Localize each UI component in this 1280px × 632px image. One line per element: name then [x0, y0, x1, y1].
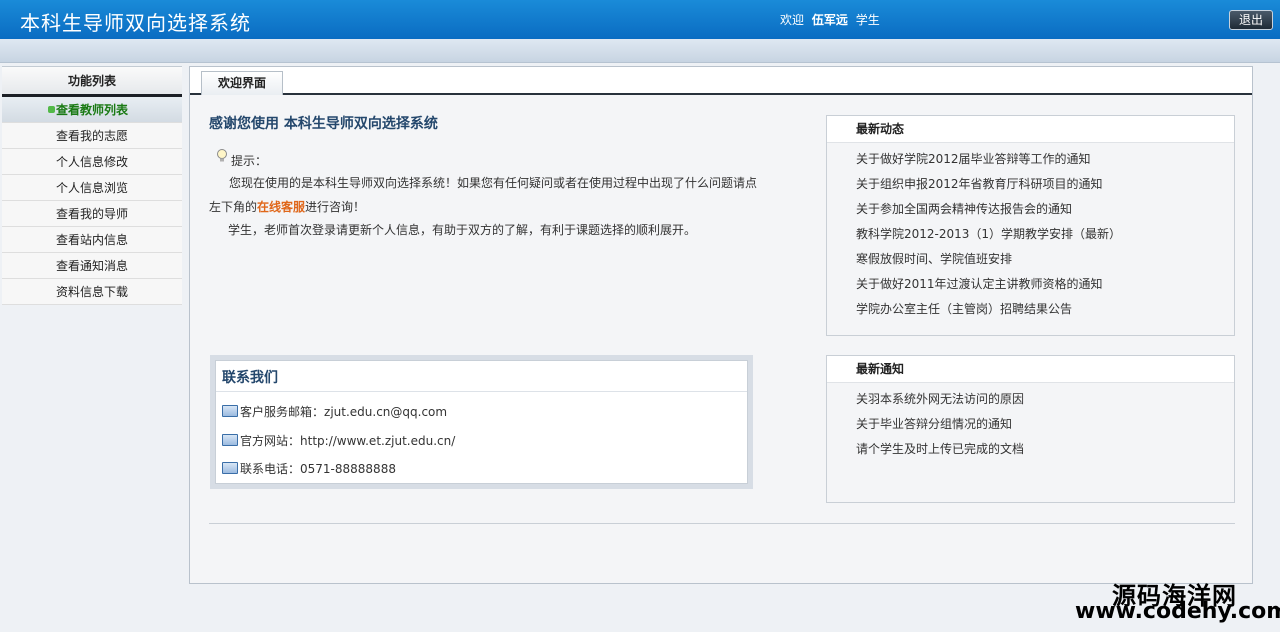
news-item[interactable]: 教科学院2012-2013（1）学期教学安排（最新） [827, 222, 1234, 247]
sidebar-item-edit-profile[interactable]: 个人信息修改 [2, 149, 182, 175]
latest-notices-title: 最新通知 [827, 356, 1234, 383]
latest-notices-list: 关羽本系统外网无法访问的原因 关于毕业答辩分组情况的通知 请个学生及时上传已完成… [827, 383, 1234, 462]
latest-news-box: 最新动态 关于做好学院2012届毕业答辩等工作的通知 关于组织申报2012年省教… [826, 115, 1235, 336]
main-panel: 欢迎界面 感谢您使用 本科生导师双向选择系统 提示： 您现在使用的是本科生导师双… [189, 66, 1253, 584]
sidebar-item-downloads[interactable]: 资料信息下载 [2, 279, 182, 305]
site-value: http://www.et.zjut.edu.cn/ [300, 434, 456, 448]
latest-news-list: 关于做好学院2012届毕业答辩等工作的通知 关于组织申报2012年省教育厅科研项… [827, 143, 1234, 322]
online-service-link[interactable]: 在线客服 [257, 200, 305, 214]
website-icon [222, 434, 238, 446]
tip-text: 您现在使用的是本科生导师双向选择系统！如果您有任何疑问或者在使用过程中出现了什么… [209, 171, 759, 219]
welcome-prefix: 欢迎 [780, 13, 805, 27]
sub-header-bar [0, 39, 1280, 63]
tab-strip: 欢迎界面 [190, 67, 1252, 95]
latest-news-title: 最新动态 [827, 116, 1234, 143]
mail-icon [222, 405, 238, 417]
phone-value: 0571-88888888 [300, 462, 396, 476]
welcome-title: 感谢您使用 本科生导师双向选择系统 [209, 116, 438, 132]
news-item[interactable]: 寒假放假时间、学院值班安排 [827, 247, 1234, 272]
news-item[interactable]: 关于组织申报2012年省教育厅科研项目的通知 [827, 172, 1234, 197]
contact-phone-row: 联系电话：0571-88888888 [222, 461, 396, 477]
notice-item[interactable]: 请个学生及时上传已完成的文档 [827, 437, 1234, 462]
sidebar-item-teacher-list[interactable]: 查看教师列表 [2, 97, 182, 123]
right-gutter [1253, 63, 1280, 632]
logout-button[interactable]: 退出 [1229, 10, 1273, 30]
user-name: 伍军远 [811, 13, 848, 27]
welcome-text: 欢迎 伍军远 学生 [780, 11, 880, 28]
email-value: zjut.edu.cn@qq.com [324, 405, 448, 419]
sidebar-menu: 查看教师列表 查看我的志愿 个人信息修改 个人信息浏览 查看我的导师 查看站内信… [2, 97, 182, 305]
sidebar-item-view-profile[interactable]: 个人信息浏览 [2, 175, 182, 201]
latest-notices-box: 最新通知 关羽本系统外网无法访问的原因 关于毕业答辩分组情况的通知 请个学生及时… [826, 355, 1235, 503]
contact-divider [216, 391, 747, 392]
email-label: 客户服务邮箱： [240, 405, 325, 419]
contact-site-row: 官方网站：http://www.et.zjut.edu.cn/ [222, 433, 455, 449]
watermark-url: www.codehy.com [1075, 599, 1280, 624]
site-label: 官方网站： [240, 434, 301, 448]
contact-email-row: 客户服务邮箱：zjut.edu.cn@qq.com [222, 404, 447, 420]
lightbulb-icon [217, 149, 227, 162]
top-header: 本科生导师双向选择系统 欢迎 伍军远 学生 退出 [0, 0, 1280, 39]
tab-welcome[interactable]: 欢迎界面 [201, 71, 283, 95]
news-item[interactable]: 关于做好学院2012届毕业答辩等工作的通知 [827, 147, 1234, 172]
sidebar-item-my-tutor[interactable]: 查看我的导师 [2, 201, 182, 227]
app-title: 本科生导师双向选择系统 [20, 11, 251, 35]
tip-text-3: 学生，老师首次登录请更新个人信息，有助于双方的了解，有利于课题选择的顺利展开。 [228, 223, 697, 237]
notice-item[interactable]: 关于毕业答辩分组情况的通知 [827, 412, 1234, 437]
contact-title: 联系我们 [222, 370, 278, 386]
sidebar-item-notices[interactable]: 查看通知消息 [2, 253, 182, 279]
news-item[interactable]: 关于做好2011年过渡认定主讲教师资格的通知 [827, 272, 1234, 297]
content-divider [209, 523, 1235, 524]
phone-icon [222, 462, 238, 474]
phone-label: 联系电话： [240, 462, 301, 476]
tip-text-2: 进行咨询！ [305, 200, 366, 214]
news-item[interactable]: 学院办公室主任（主管岗）招聘结果公告 [827, 297, 1234, 322]
notice-item[interactable]: 关羽本系统外网无法访问的原因 [827, 387, 1234, 412]
tip-label: 提示： [231, 154, 268, 168]
user-role: 学生 [855, 13, 880, 27]
sidebar: 功能列表 查看教师列表 查看我的志愿 个人信息修改 个人信息浏览 查看我的导师 … [2, 66, 182, 632]
sidebar-item-site-messages[interactable]: 查看站内信息 [2, 227, 182, 253]
news-item[interactable]: 关于参加全国两会精神传达报告会的通知 [827, 197, 1234, 222]
contact-inner: 联系我们 客户服务邮箱：zjut.edu.cn@qq.com 官方网站：http… [215, 360, 748, 484]
sidebar-item-my-wishes[interactable]: 查看我的志愿 [2, 123, 182, 149]
sidebar-title: 功能列表 [2, 66, 182, 97]
contact-box: 联系我们 客户服务邮箱：zjut.edu.cn@qq.com 官方网站：http… [210, 355, 753, 489]
